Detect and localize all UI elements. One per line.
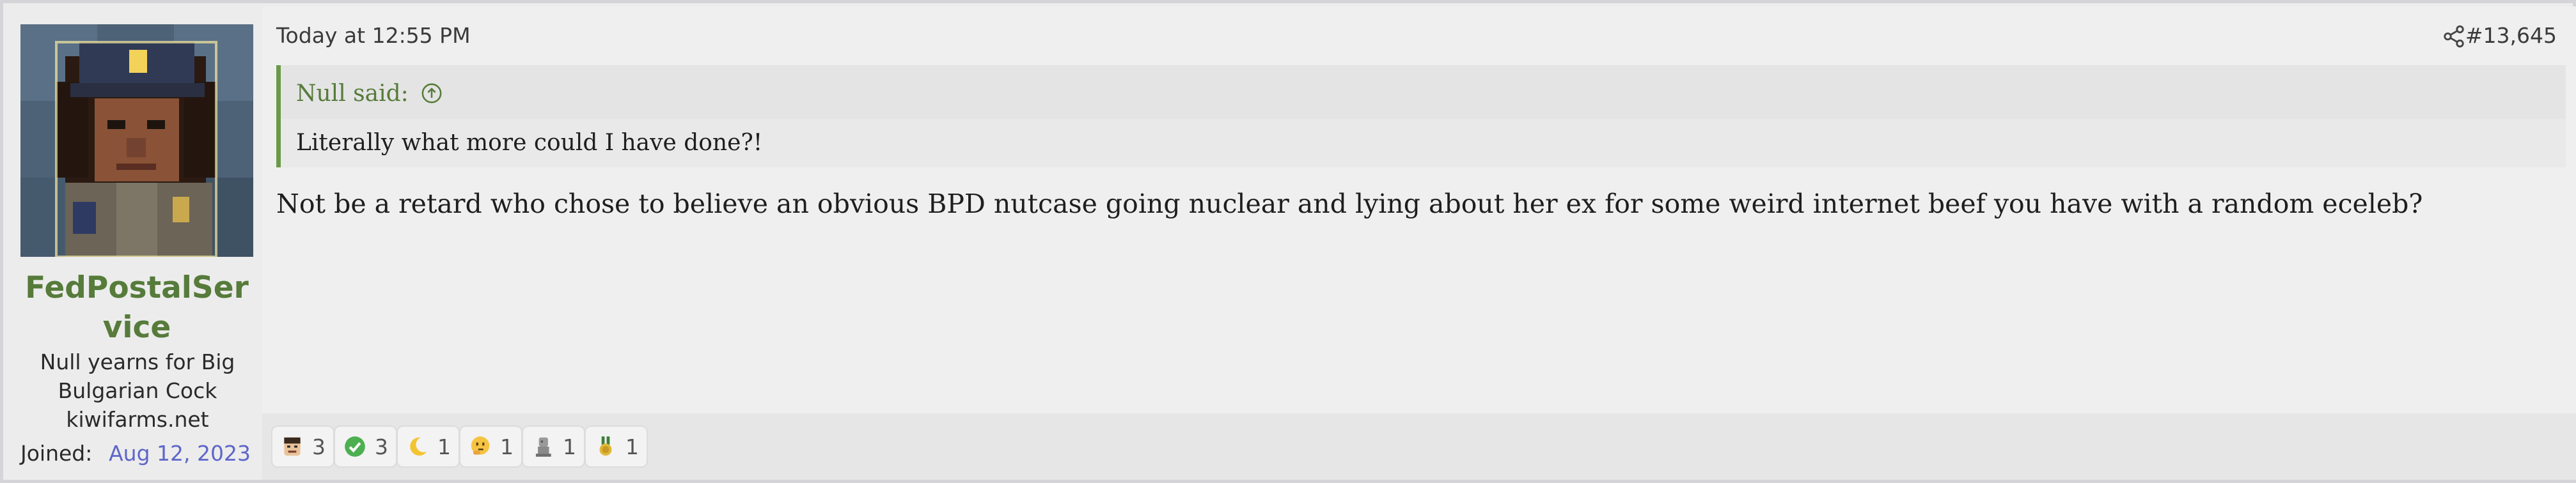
joined-label: Joined: <box>20 441 93 466</box>
medal-icon <box>599 436 612 456</box>
statue-icon <box>535 437 551 457</box>
reaction-count: 3 <box>312 434 326 459</box>
reaction-medal[interactable]: 1 <box>585 425 648 468</box>
user-avatar[interactable] <box>20 24 253 257</box>
joined-date: Aug 12, 2023 <box>109 441 251 466</box>
crescent-moon-icon <box>410 437 427 456</box>
reaction-thinking[interactable]: 1 <box>459 425 522 468</box>
post-message: Not be a retard who chose to believe an … <box>276 188 2423 219</box>
reaction-count: 1 <box>563 434 576 459</box>
reaction-count: 1 <box>500 434 514 459</box>
reaction-statue[interactable]: 1 <box>522 425 585 468</box>
reactions-bar: 3 3 1 1 1 1 <box>262 413 2576 480</box>
post-timestamp-link[interactable]: Today at 12:55 PM <box>276 23 471 48</box>
reaction-moon[interactable]: 1 <box>397 425 460 468</box>
quote-author: Null said: <box>296 80 409 107</box>
face-emoji-icon <box>284 437 301 456</box>
quote-text: Literally what more could I have done?! <box>281 119 2566 167</box>
quote-block: Null said: Literally what more could I h… <box>276 65 2566 167</box>
check-icon <box>345 436 365 457</box>
thinking-face-icon <box>471 436 490 455</box>
reaction-count: 1 <box>437 434 451 459</box>
user-info-panel: FedPostalService Null yearns for Big Bul… <box>6 6 262 480</box>
forum-post: FedPostalService Null yearns for Big Bul… <box>0 0 2576 483</box>
reaction-face[interactable]: 3 <box>271 425 334 468</box>
reaction-count: 1 <box>625 434 639 459</box>
reaction-check[interactable]: 3 <box>334 425 397 468</box>
quote-attribution-link[interactable]: Null said: <box>296 80 443 107</box>
arrow-up-circle-icon[interactable] <box>421 82 443 104</box>
post-number-link[interactable]: #13,645 <box>2465 23 2557 48</box>
share-icon[interactable] <box>2442 24 2466 49</box>
user-title: Null yearns for Big Bulgarian Cock kiwif… <box>40 349 235 432</box>
username-link[interactable]: FedPostalService <box>17 268 257 348</box>
reaction-count: 3 <box>375 434 388 459</box>
post-content: Today at 12:55 PM #13,645 Null said: Lit… <box>262 6 2576 480</box>
